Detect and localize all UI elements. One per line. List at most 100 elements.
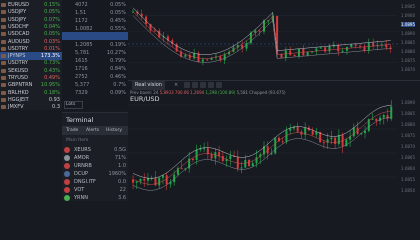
bottom-chart-canvas[interactable] — [128, 81, 420, 201]
moving-average-line — [132, 11, 391, 59]
candle-body — [372, 42, 375, 47]
price-axis-label: 1.0865 — [401, 155, 415, 160]
price-row[interactable]: 4072 0.05% — [62, 1, 128, 9]
candle-body — [289, 50, 292, 55]
price-axis-label: 1.0900 — [401, 13, 415, 18]
info-red: 5,8933 700.06 1,2694 — [159, 90, 205, 95]
terminal-row-name: AMOR — [74, 155, 90, 161]
price-change: 10.27% — [106, 50, 126, 56]
price-axis-label: 1.0880 — [401, 122, 415, 127]
candle-body — [240, 167, 243, 169]
candle-body — [251, 163, 254, 167]
price-axis-label: 1.0890 — [401, 100, 415, 105]
flag-icon — [1, 90, 6, 95]
close-icon[interactable]: × — [174, 80, 178, 90]
terminal-row[interactable]: YRNN 3.6 — [62, 194, 128, 202]
candle-body — [135, 181, 138, 183]
tab-alerts[interactable]: Alerts — [86, 126, 99, 135]
candle-body — [315, 131, 318, 135]
price-value: 5,377 — [75, 82, 90, 88]
selected-row-highlight — [62, 32, 128, 40]
watchlist-panel: EURUSD 0.15% USDJPY 0.05% USDJPY 0.07% USDCHF 0… — [0, 0, 62, 110]
terminal-row-name: DCUP — [74, 171, 89, 177]
candle-body — [289, 128, 292, 131]
candle-body — [345, 47, 348, 51]
candle-body — [258, 30, 261, 32]
terminal-tabs: Trade Alerts History — [62, 126, 128, 135]
moving-average-line — [132, 15, 391, 63]
price-row[interactable]: 5,781 10.27% — [62, 49, 128, 57]
price-value: 5,781 — [75, 50, 90, 56]
indicator-icon[interactable] — [208, 82, 214, 88]
terminal-row-value: 0.0 — [118, 179, 126, 185]
candle-body — [322, 142, 325, 144]
price-row[interactable]: 7329 0.09% — [62, 89, 128, 97]
candle-body — [324, 47, 327, 52]
candle-body — [296, 126, 299, 132]
asset-icon — [64, 187, 70, 193]
tab-history[interactable]: History — [106, 126, 122, 135]
lots-label: Lots — [66, 102, 76, 107]
price-row[interactable]: 1172 0.45% — [62, 17, 128, 25]
zoom-in-icon[interactable] — [184, 82, 190, 88]
price-axis-label: 1.0870 — [401, 67, 415, 72]
candle-body — [354, 44, 357, 46]
flag-icon — [1, 46, 6, 51]
tab-trade[interactable]: Trade — [66, 126, 78, 135]
terminal-row[interactable]: DCUP 1960% — [62, 170, 128, 178]
asset-icon — [64, 155, 70, 161]
crosshair-icon[interactable] — [200, 82, 206, 88]
settings-icon[interactable] — [216, 82, 222, 88]
terminal-row[interactable]: VOT 22 — [62, 186, 128, 194]
terminal-row[interactable]: AMOR 71% — [62, 154, 128, 162]
candle-body — [139, 178, 142, 182]
info-suffix: 5,581 Chopped (93.675) — [236, 90, 286, 95]
terminal-row[interactable]: DNGI.ITF 0.0 — [62, 178, 128, 186]
price-row[interactable]: 1.2085 0.19% — [62, 41, 128, 49]
price-axis-label: 1.0875 — [401, 133, 415, 138]
terminal-row-value: 22 — [119, 187, 126, 193]
terminal-row-name: DNGI.ITF — [74, 179, 96, 185]
terminal-row[interactable]: XEURS 0.5G — [62, 146, 128, 154]
price-value: 1615 — [75, 58, 88, 64]
flag-icon — [1, 61, 6, 66]
chart-tab[interactable]: Real vision — [132, 80, 165, 90]
top-chart-canvas[interactable] — [128, 0, 420, 78]
price-row[interactable]: 1716 0.84% — [62, 65, 128, 73]
candle-body — [201, 59, 204, 62]
candle-body — [371, 118, 374, 120]
lots-dropdown[interactable]: Lots — [64, 101, 83, 109]
candle-body — [161, 175, 164, 178]
terminal-panel: Terminal Trade Alerts History Main Item … — [62, 112, 128, 201]
candle-body — [326, 139, 329, 143]
bottom-chart[interactable] — [128, 80, 420, 201]
terminal-row[interactable]: URNRB 1.0 — [62, 162, 128, 170]
asset-icon — [64, 163, 70, 169]
price-row[interactable]: 5,377 0.7% — [62, 81, 128, 89]
candle-body — [293, 54, 296, 57]
zoom-out-icon[interactable] — [192, 82, 198, 88]
top-chart[interactable] — [128, 0, 420, 78]
candle-body — [210, 154, 213, 159]
asset-icon — [64, 171, 70, 177]
info-green: 1,298 (100.89) — [205, 90, 236, 95]
price-change: 0.05% — [110, 2, 126, 8]
chart-toolbar: Real vision × — [128, 80, 420, 90]
price-axis-label: 1.0875 — [401, 58, 415, 63]
candle-body — [359, 45, 362, 47]
asset-icon — [64, 179, 70, 185]
moving-average-line — [132, 111, 392, 185]
price-column: 40720.05%1.510.05%11720.45%1.00820.55%0.… — [62, 0, 128, 110]
price-row[interactable]: 2752 0.46% — [62, 73, 128, 81]
candle-body — [158, 177, 161, 186]
candle-body — [300, 131, 303, 135]
candle-body — [153, 30, 156, 32]
price-row[interactable]: 1.51 0.05% — [62, 9, 128, 17]
candle-body — [188, 54, 191, 59]
price-change: 0.79% — [110, 58, 126, 64]
candle-body — [193, 53, 196, 59]
candle-body — [221, 155, 224, 162]
price-row[interactable]: 1615 0.79% — [62, 57, 128, 65]
price-change: 0.19% — [110, 42, 126, 48]
terminal-row-value: 3.6 — [118, 195, 126, 201]
